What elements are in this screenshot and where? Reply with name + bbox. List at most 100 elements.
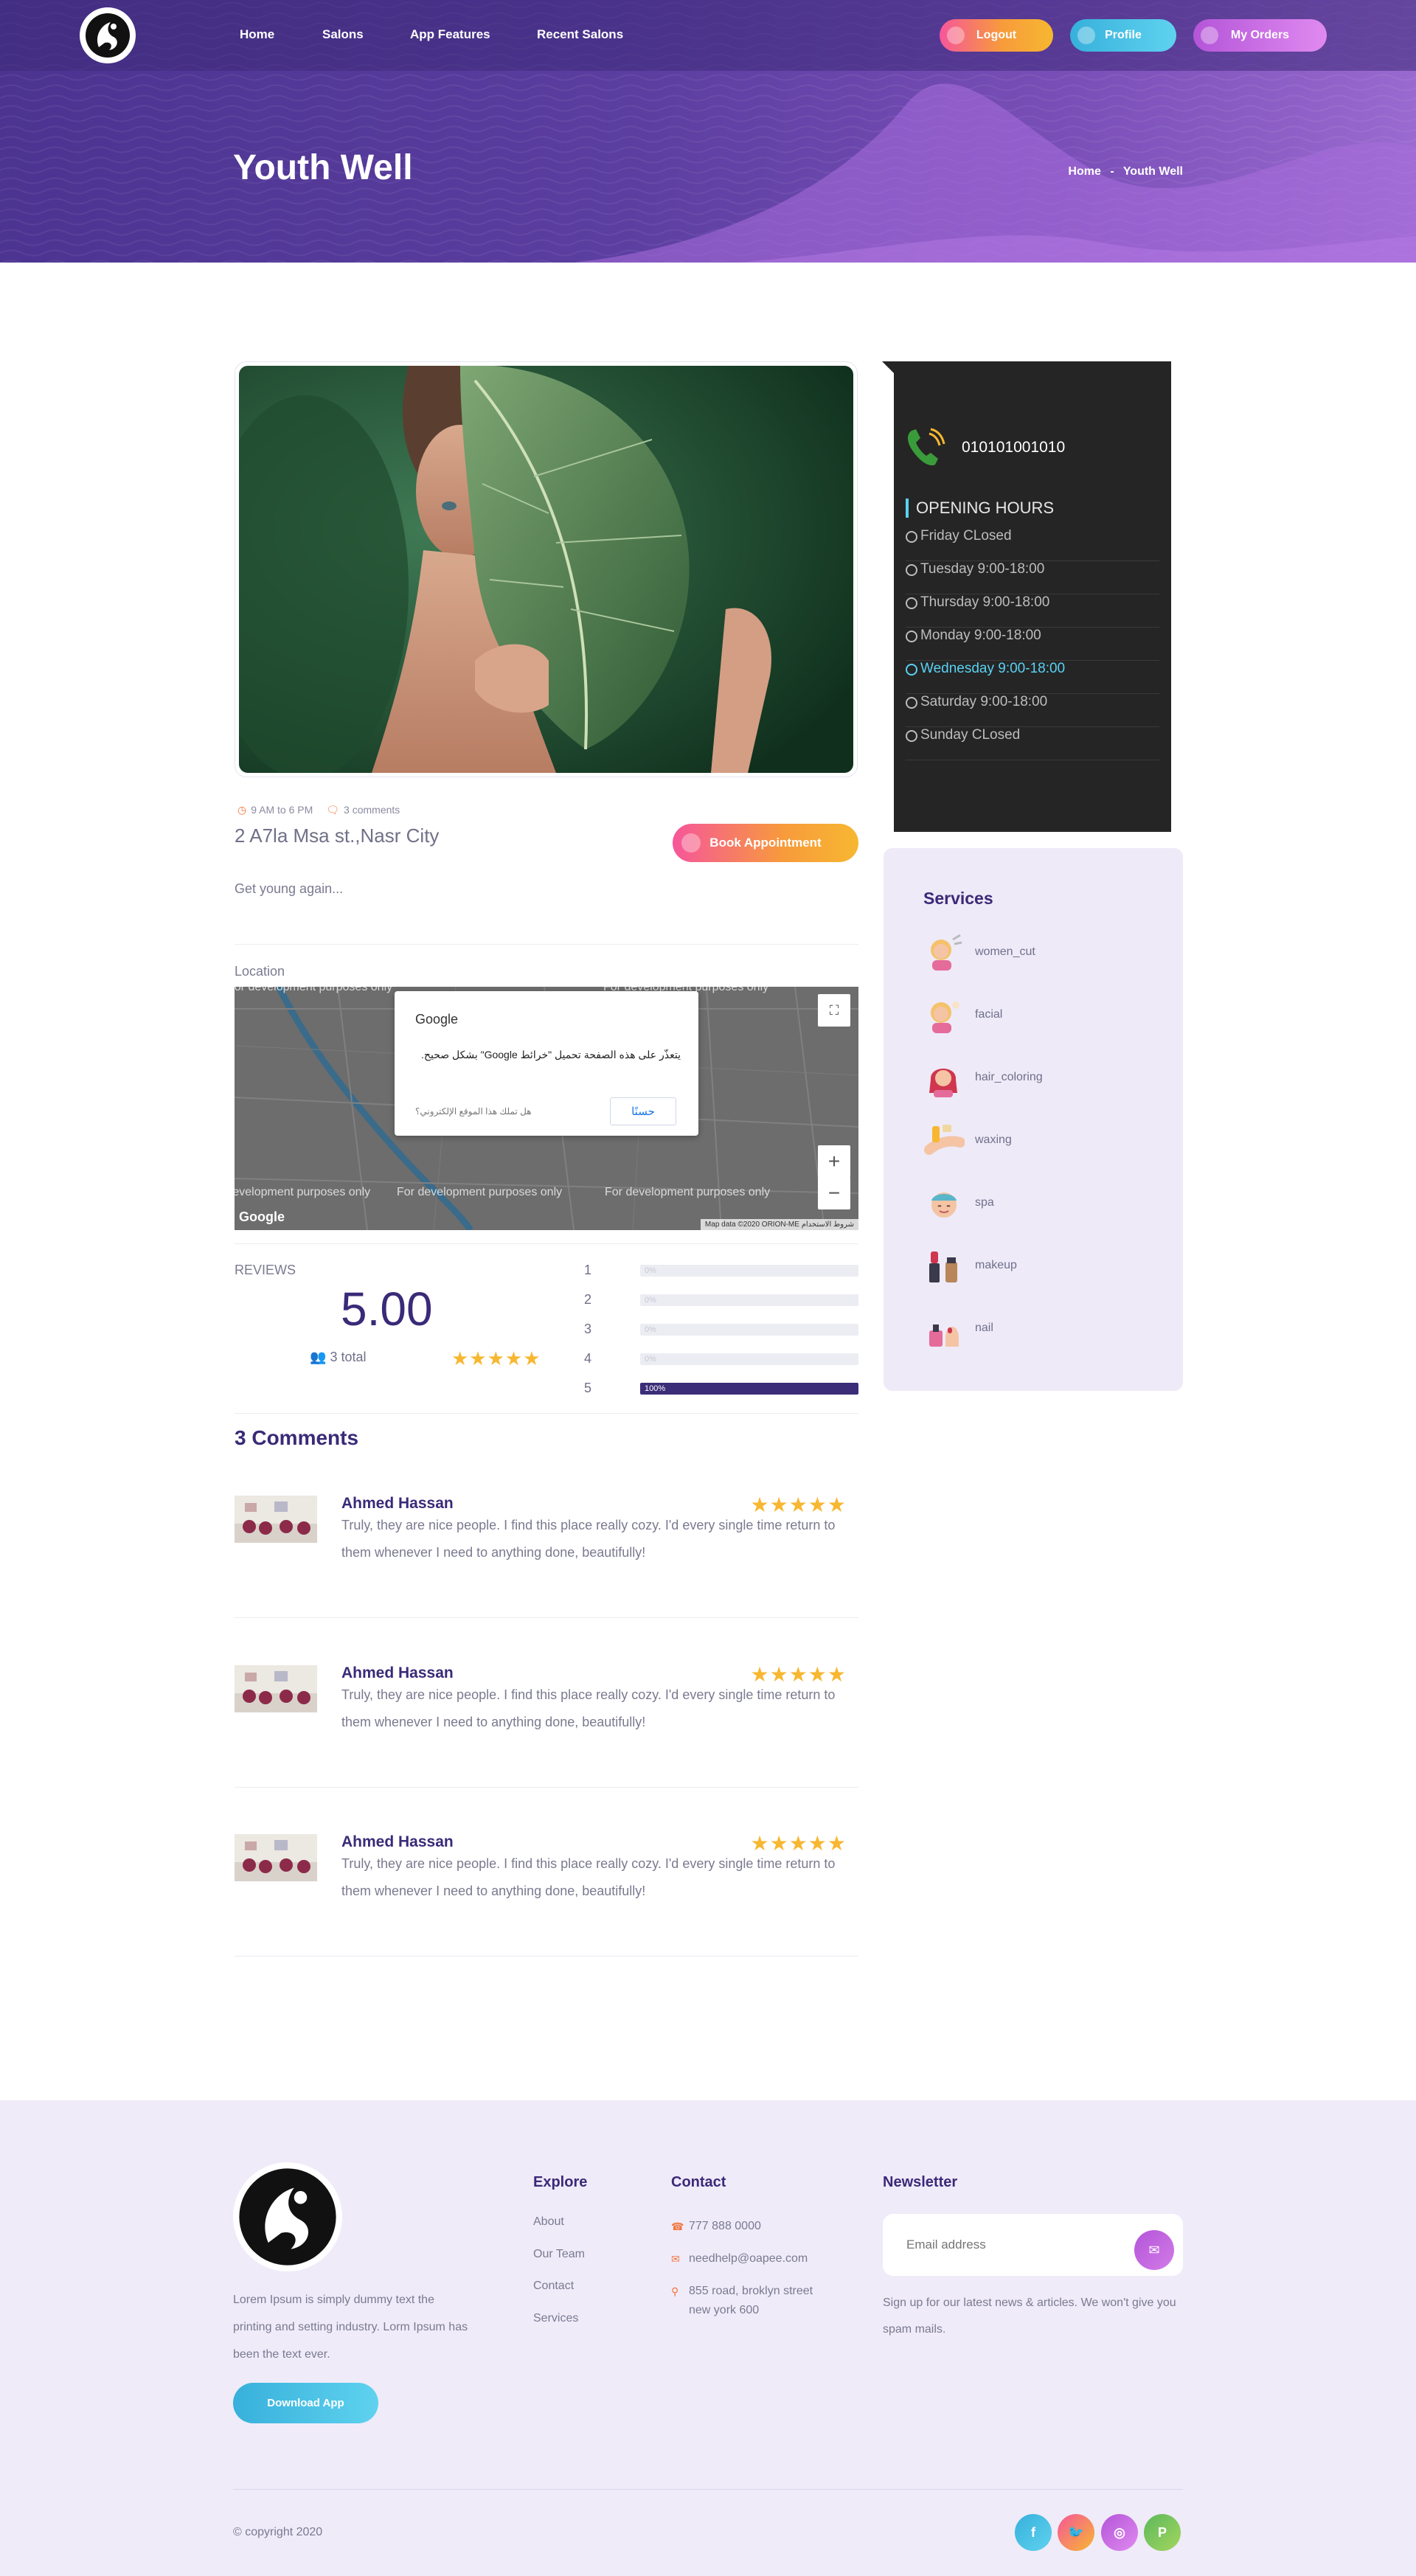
salon-comments-meta[interactable]: 🗨 3 comments [326,804,400,816]
newsletter-submit-button[interactable]: ✉ [1134,2230,1174,2270]
salon-description: Get young again... [235,881,344,896]
rating-bar-percent: 0% [645,1355,656,1364]
clock-icon [906,697,917,709]
divider [235,1787,858,1788]
facebook-icon[interactable]: f [1015,2514,1052,2551]
service-label: makeup [975,1259,1017,1271]
footer-link-contact[interactable]: Contact [533,2280,574,2293]
instagram-icon[interactable]: ◎ [1101,2514,1138,2551]
opening-hours-row: Saturday 9:00-18:00 [906,694,1159,727]
my-orders-button[interactable]: My Orders [1193,19,1327,52]
clock-icon [906,664,917,676]
rating-bar-stars: 3 [584,1322,592,1336]
newsletter-form: ✉ [883,2214,1183,2276]
profile-button-dot [1077,27,1095,44]
clock-icon [906,564,917,576]
phone-icon [908,428,945,466]
footer-divider [233,2489,1183,2490]
comment-item: Ahmed Hassan ★★★★★ Truly, they are nice pe… [235,1493,858,1599]
footer-logo[interactable] [233,2162,342,2271]
location-map[interactable]: For development purposes only For develo… [235,987,858,1230]
profile-button[interactable]: Profile [1070,19,1176,52]
newsletter-email-input[interactable] [906,2230,1128,2260]
dialog-ok-button[interactable]: حسنًا [610,1097,676,1125]
rating-bar-stars: 2 [584,1292,592,1307]
rating-bar-row: 2 0% [584,1292,858,1307]
comment-author: Ahmed Hassan [341,1833,454,1850]
service-item[interactable]: hair_coloring [923,1058,1145,1099]
comment-thumbnail [235,1834,317,1881]
service-item[interactable]: makeup [923,1246,1145,1287]
zoom-out-button[interactable]: − [818,1177,850,1209]
twitter-icon[interactable]: 🐦 [1058,2514,1094,2551]
site-logo[interactable] [80,7,136,63]
opening-hours-row: Wednesday 9:00-18:00 [906,661,1159,694]
review-total-text: 3 total [330,1350,367,1364]
opening-hours-text: Saturday 9:00-18:00 [920,694,1048,709]
footer-contact-phone: ☎ 777 888 0000 [671,2217,863,2236]
footer-email-text[interactable]: needhelp@oapee.com [689,2249,808,2268]
rating-bar-track [640,1383,858,1395]
download-app-button[interactable]: Download App [233,2383,378,2423]
divider [235,1243,858,1244]
users-icon: 👥 [310,1350,327,1364]
opening-hours-text: Wednesday 9:00-18:00 [920,661,1066,676]
nav-app-features[interactable]: App Features [410,27,490,42]
service-item[interactable]: spa [923,1183,1145,1224]
fullscreen-icon[interactable]: ⛶ [818,994,850,1027]
logout-button[interactable]: Logout [940,19,1053,52]
dialog-title: Google [415,1012,459,1027]
comments-icon: 🗨 [326,804,340,816]
spa-icon [923,1183,965,1224]
opening-hours-text: Sunday CLosed [920,727,1021,743]
service-item[interactable]: facial [923,995,1145,1036]
footer-link-our-team[interactable]: Our Team [533,2248,585,2261]
map-attribution[interactable]: Map data ©2020 ORION-ME شروط الاستخدام [700,1219,858,1230]
clock-icon [906,631,917,642]
breadcrumb-current: Youth Well [1122,165,1183,178]
footer-contact-address: ⚲ 855 road, broklyn street new york 600 [671,2282,833,2320]
service-item[interactable]: waxing [923,1120,1145,1162]
opening-hours-row: Tuesday 9:00-18:00 [906,561,1159,594]
clock-icon [906,730,917,742]
footer-link-services[interactable]: Services [533,2312,578,2325]
map-watermark: For development purposes only [397,1186,563,1198]
footer-link-about[interactable]: About [533,2215,564,2229]
opening-hours-text: Thursday 9:00-18:00 [920,594,1050,610]
salon-comments-meta-text: 3 comments [344,804,400,816]
pinterest-icon[interactable]: P [1144,2514,1181,2551]
zoom-in-button[interactable]: + [818,1145,850,1178]
comment-thumbnail [235,1665,317,1712]
women-cut-icon [923,932,965,973]
salon-hours-meta: ◷ 9 AM to 6 PM [237,804,313,816]
rating-bar-row: 3 0% [584,1322,858,1336]
service-label: waxing [975,1133,1012,1146]
nav-recent-salons[interactable]: Recent Salons [537,27,623,42]
rating-bar-fill [640,1383,858,1395]
footer-phone-text[interactable]: 777 888 0000 [689,2217,761,2236]
rating-bar-percent: 100% [645,1384,666,1393]
hero-banner: Home Salons App Features Recent Salons L… [0,0,1416,263]
breadcrumb: Home - Youth Well [1068,165,1183,178]
dialog-body: يتعذّر على هذه الصفحة تحميل "خرائط Googl… [421,1049,681,1060]
rating-bar-row: 4 0% [584,1351,858,1366]
breadcrumb-home[interactable]: Home [1068,165,1100,178]
nav-home[interactable]: Home [240,27,274,42]
nav-salons[interactable]: Salons [322,27,364,42]
service-item[interactable]: nail [923,1308,1145,1350]
page-title: Youth Well [233,148,413,187]
footer [0,2100,1416,2576]
service-label: hair_coloring [975,1071,1043,1083]
comment-author: Ahmed Hassan [341,1664,454,1681]
service-label: nail [975,1322,993,1334]
book-appointment-button[interactable]: Book Appointment [673,824,858,862]
service-item[interactable]: women_cut [923,932,1145,973]
map-watermark: For development purposes only [235,1186,371,1198]
map-watermark: For development purposes only [605,1186,771,1198]
opening-hours-title: OPENING HOURS [906,499,1054,518]
rating-bar-stars: 4 [584,1351,592,1366]
dialog-question[interactable]: هل تملك هذا الموقع الإلكتروني؟ [415,1106,532,1117]
footer-explore-title: Explore [533,2174,588,2190]
salon-phone[interactable]: 010101001010 [962,439,1065,456]
divider [235,944,858,945]
